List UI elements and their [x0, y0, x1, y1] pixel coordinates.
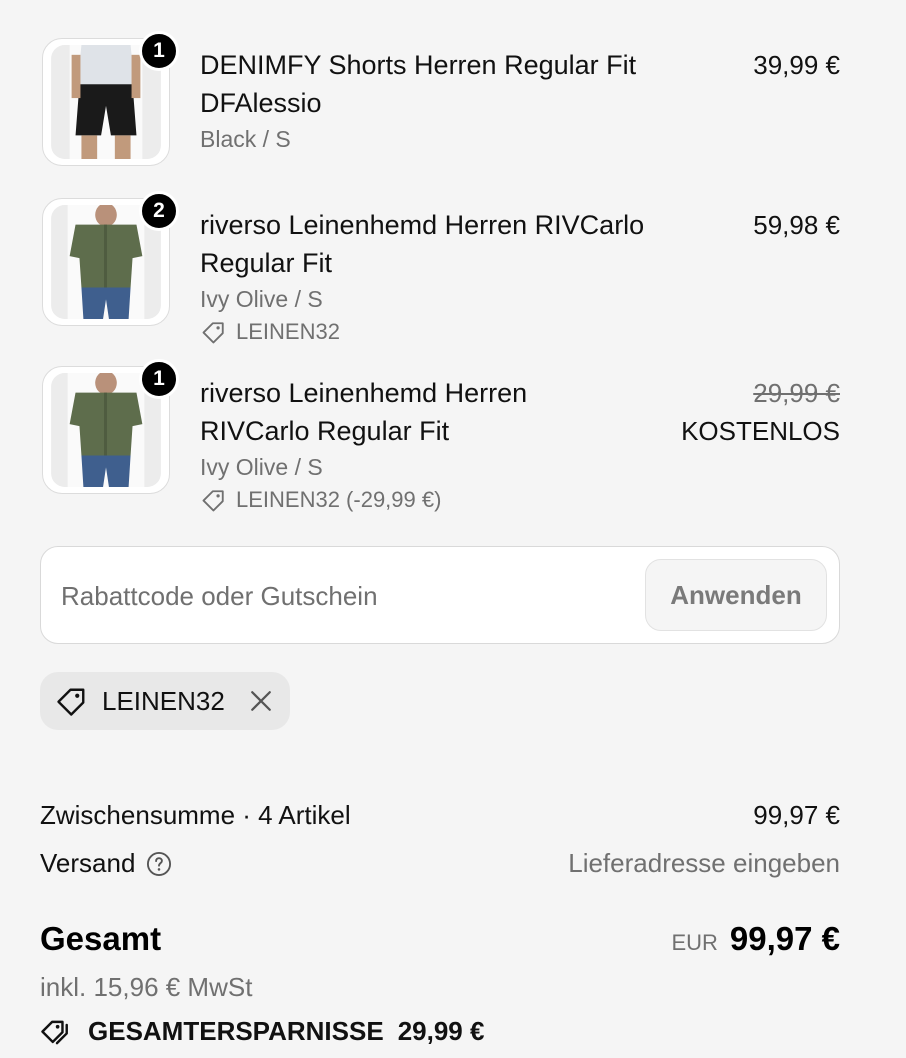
- tag-icon: [54, 683, 90, 719]
- total-label: Gesamt: [40, 920, 162, 957]
- shipping-label: Versand: [40, 848, 136, 878]
- total-currency: EUR: [671, 930, 718, 955]
- checkout-summary: 1 DENIMFY Shorts Herren Regular Fit DFAl…: [0, 0, 906, 1058]
- total-value-group: EUR 99,97 €: [671, 920, 840, 958]
- applied-code-label: LEINEN32: [102, 685, 225, 716]
- product-variant: Ivy Olive / S: [200, 454, 323, 480]
- product-title: riverso Leinenhemd Herren: [200, 378, 528, 408]
- total-row: Gesamt EUR 99,97 €: [40, 920, 840, 958]
- shipping-value: Lieferadresse eingeben: [568, 848, 840, 878]
- product-title: riverso Leinenhemd Herren RIVCarlo: [200, 210, 645, 240]
- cart-line-item: 1 DENIMFY Shorts Herren Regular Fit DFAl…: [40, 31, 840, 168]
- tag-icon: [202, 490, 224, 512]
- product-thumbnail: 1: [42, 31, 179, 166]
- quantity-badge: 1: [139, 359, 179, 399]
- discount-form: Anwenden: [40, 546, 840, 644]
- product-title-line2: DFAlessio: [200, 88, 322, 118]
- discount-code-input[interactable]: [61, 569, 641, 623]
- product-thumbnail: 2: [42, 191, 179, 326]
- shipping-label-group: Versand: [40, 848, 173, 879]
- product-variant: Ivy Olive / S: [200, 286, 323, 312]
- product-variant: Black / S: [200, 126, 291, 152]
- remove-code-button[interactable]: [246, 686, 276, 716]
- quantity-badge: 2: [139, 191, 179, 231]
- product-thumbnail: 1: [42, 359, 179, 494]
- discount-code: LEINEN32 (-29,99 €): [236, 487, 442, 512]
- line-price: 39,99 €: [753, 50, 840, 80]
- tax-note: inkl. 15,96 € MwSt: [40, 972, 253, 1002]
- product-title-line2: RIVCarlo Regular Fit: [200, 416, 450, 446]
- savings-label: GESAMTERSPARNISSE: [88, 1015, 384, 1046]
- line-price: 59,98 €: [753, 210, 840, 240]
- discounted-price: KOSTENLOS: [681, 416, 840, 446]
- product-title: DENIMFY Shorts Herren Regular Fit: [200, 50, 637, 80]
- applied-discount: LEINEN32: [200, 316, 680, 348]
- line-price: 29,99 € KOSTENLOS: [681, 374, 840, 450]
- total-amount: 99,97 €: [729, 920, 840, 957]
- savings-value: 29,99 €: [397, 1015, 485, 1046]
- total-savings: GESAMTERSPARNISSE 29,99 €: [40, 1014, 484, 1048]
- product-title-line2: Regular Fit: [200, 248, 333, 278]
- subtotal-label: Zwischensumme · 4 Artikel: [40, 800, 351, 830]
- apply-discount-button[interactable]: Anwenden: [645, 559, 827, 631]
- double-tag-icon: [41, 1020, 68, 1045]
- original-price: 29,99 €: [753, 378, 840, 408]
- close-icon: [251, 691, 271, 711]
- cart-line-item: 1 riverso Leinenhemd Herren RIVCarlo Reg…: [40, 359, 840, 512]
- tag-icon: [202, 322, 224, 344]
- applied-code-tag: LEINEN32: [40, 672, 290, 730]
- applied-discount: LEINEN32 (-29,99 €): [200, 484, 680, 516]
- shipping-row: Versand Lieferadresse eingeben: [40, 848, 840, 879]
- discount-code: LEINEN32: [236, 319, 340, 344]
- help-circle-icon[interactable]: [145, 850, 173, 878]
- cart-line-item: 2 riverso Leinenhemd Herren RIVCarlo Reg…: [40, 191, 840, 344]
- subtotal-value: 99,97 €: [753, 800, 840, 830]
- quantity-badge: 1: [139, 31, 179, 71]
- subtotal-row: Zwischensumme · 4 Artikel 99,97 €: [40, 800, 840, 831]
